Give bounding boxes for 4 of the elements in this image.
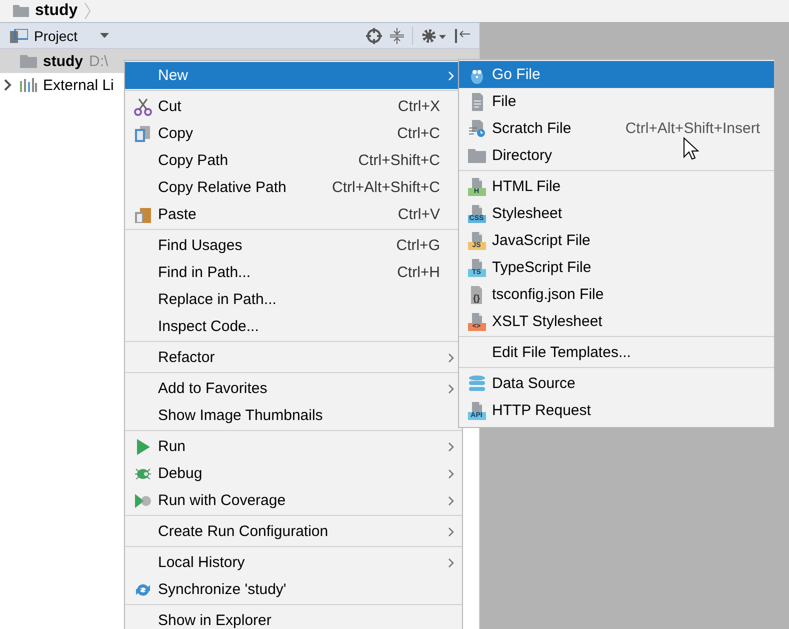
badge-text: {} — [472, 294, 481, 302]
tree-label: External Li — [43, 76, 114, 94]
path-text: D:\ — [89, 52, 108, 70]
tree-label: study — [43, 52, 84, 70]
